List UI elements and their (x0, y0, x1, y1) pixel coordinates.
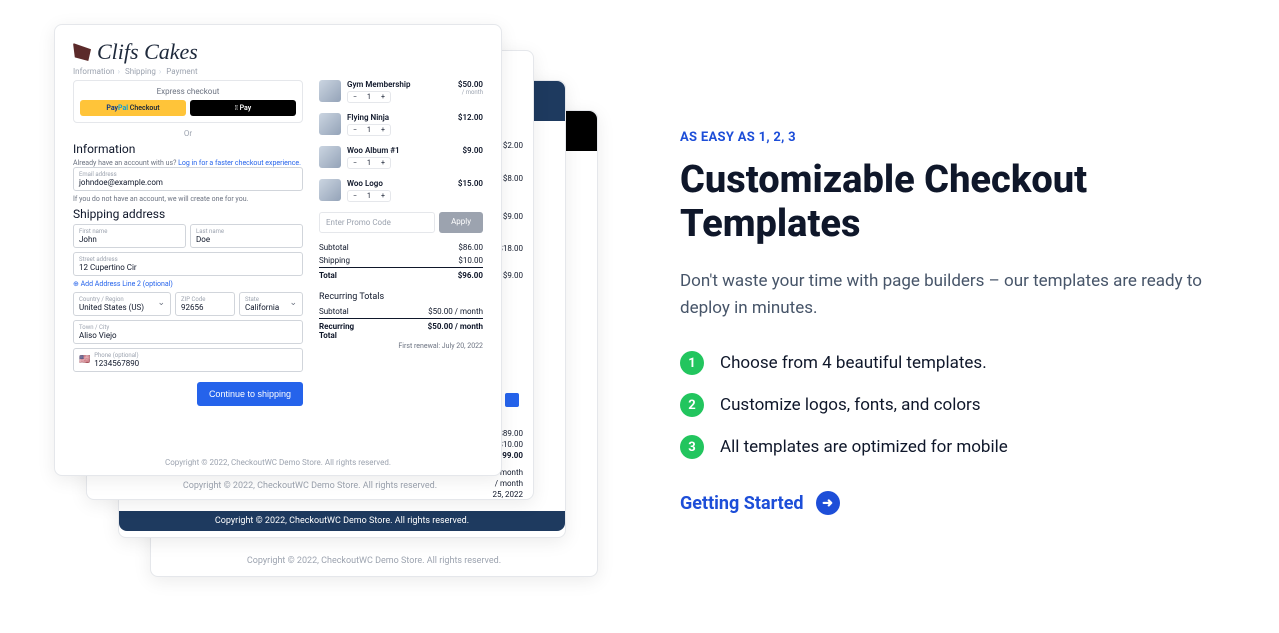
information-heading: Information (73, 142, 303, 156)
breadcrumb-step[interactable]: Shipping (125, 67, 156, 76)
recurring-heading: Recurring Totals (319, 292, 483, 302)
step-number-badge: 3 (680, 435, 704, 459)
quantity-stepper[interactable]: −1+ (347, 124, 391, 136)
apple-pay-button[interactable]:  Pay (190, 100, 296, 116)
store-name: Clifs Cakes (97, 39, 198, 65)
cart-item: Woo Album #1−1+ $9.00 (319, 146, 483, 169)
flag-icon: 🇺🇸 (79, 355, 90, 365)
checkout-template-card: Clifs Cakes Information› Shipping› Payme… (54, 24, 502, 476)
street-field[interactable]: Street address12 Cupertino Cir (73, 252, 303, 276)
express-checkout-box: Express checkout PayPal Checkout  Pay (73, 80, 303, 123)
feature-content: AS EASY AS 1, 2, 3 Customizable Checkout… (630, 0, 1279, 633)
breadcrumb-step[interactable]: Information (73, 67, 115, 76)
product-thumb (319, 113, 341, 135)
subtotal-row: Subtotal$86.00 (319, 241, 483, 254)
feature-steps-list: 1 Choose from 4 beautiful templates. 2 Cus… (680, 351, 1249, 459)
getting-started-link[interactable]: Getting Started ➜ (680, 491, 840, 515)
checkout-footer: Copyright © 2022, CheckoutWC Demo Store.… (73, 444, 483, 467)
add-address-line-link[interactable]: Add Address Line 2 (optional) (73, 280, 303, 288)
step-text: Customize logos, fonts, and colors (720, 395, 981, 415)
template-preview-stack: Copyright © 2022, CheckoutWC Demo Store.… (0, 0, 630, 633)
zip-field[interactable]: ZIP Code92656 (175, 292, 235, 316)
order-summary-column: Gym Membership−1+ $50.00/ month Flying N… (319, 80, 483, 444)
template-3-footer: Copyright © 2022, CheckoutWC Demo Store.… (119, 511, 565, 531)
shipping-row: Shipping$10.00 (319, 254, 483, 267)
state-select[interactable]: StateCalifornia (239, 292, 303, 316)
quantity-stepper[interactable]: −1+ (347, 190, 391, 202)
breadcrumb-step[interactable]: Payment (166, 67, 197, 76)
login-prompt: Already have an account with us? Log in … (73, 159, 303, 167)
city-field[interactable]: Town / CityAliso Viejo (73, 320, 303, 344)
checkout-form-column: Express checkout PayPal Checkout  Pay O… (73, 80, 303, 444)
login-link[interactable]: Log in for a faster checkout experience. (178, 159, 301, 167)
shipping-heading: Shipping address (73, 207, 303, 221)
feature-step: 1 Choose from 4 beautiful templates. (680, 351, 1249, 375)
promo-code-input[interactable]: Enter Promo Code (319, 212, 435, 233)
step-text: All templates are optimized for mobile (720, 437, 1008, 457)
store-brand: Clifs Cakes (73, 39, 483, 65)
arrow-right-icon: ➜ (816, 491, 840, 515)
recurring-subtotal-row: Subtotal$50.00 / month (319, 305, 483, 318)
quantity-stepper[interactable]: −1+ (347, 157, 391, 169)
phone-field[interactable]: 🇺🇸 Phone (optional)1234567890 (73, 348, 303, 372)
store-logo-icon (73, 43, 91, 61)
step-number-badge: 2 (680, 393, 704, 417)
breadcrumb: Information› Shipping› Payment (73, 67, 483, 76)
step-number-badge: 1 (680, 351, 704, 375)
template-2-button-peek (505, 393, 519, 407)
cart-item: Woo Logo−1+ $15.00 (319, 179, 483, 202)
cart-item: Gym Membership−1+ $50.00/ month (319, 80, 483, 103)
cta-label: Getting Started (680, 493, 804, 514)
feature-step: 2 Customize logos, fonts, and colors (680, 393, 1249, 417)
product-thumb (319, 80, 341, 102)
eyebrow-text: AS EASY AS 1, 2, 3 (680, 130, 1249, 145)
paypal-button[interactable]: PayPal Checkout (80, 100, 186, 116)
no-account-note: If you do not have an account, we will c… (73, 195, 303, 203)
renewal-note: First renewal: July 20, 2022 (319, 342, 483, 350)
feature-step: 3 All templates are optimized for mobile (680, 435, 1249, 459)
cart-item: Flying Ninja−1+ $12.00 (319, 113, 483, 136)
or-divider: Or (73, 129, 303, 138)
product-thumb (319, 179, 341, 201)
step-text: Choose from 4 beautiful templates. (720, 353, 987, 373)
total-row: Total$96.00 (319, 267, 483, 282)
continue-button[interactable]: Continue to shipping (197, 382, 303, 406)
apply-promo-button[interactable]: Apply (439, 212, 483, 233)
email-field[interactable]: Email address johndoe@example.com (73, 167, 303, 191)
first-name-field[interactable]: First nameJohn (73, 224, 186, 248)
express-checkout-title: Express checkout (80, 87, 296, 96)
lead-paragraph: Don't waste your time with page builders… (680, 268, 1249, 321)
quantity-stepper[interactable]: −1+ (347, 91, 391, 103)
recurring-total-row: Recurring Total$50.00 / month (319, 318, 483, 342)
last-name-field[interactable]: Last nameDoe (190, 224, 303, 248)
page-title: Customizable Checkout Templates (680, 159, 1249, 246)
country-select[interactable]: Country / RegionUnited States (US) (73, 292, 171, 316)
product-thumb (319, 146, 341, 168)
